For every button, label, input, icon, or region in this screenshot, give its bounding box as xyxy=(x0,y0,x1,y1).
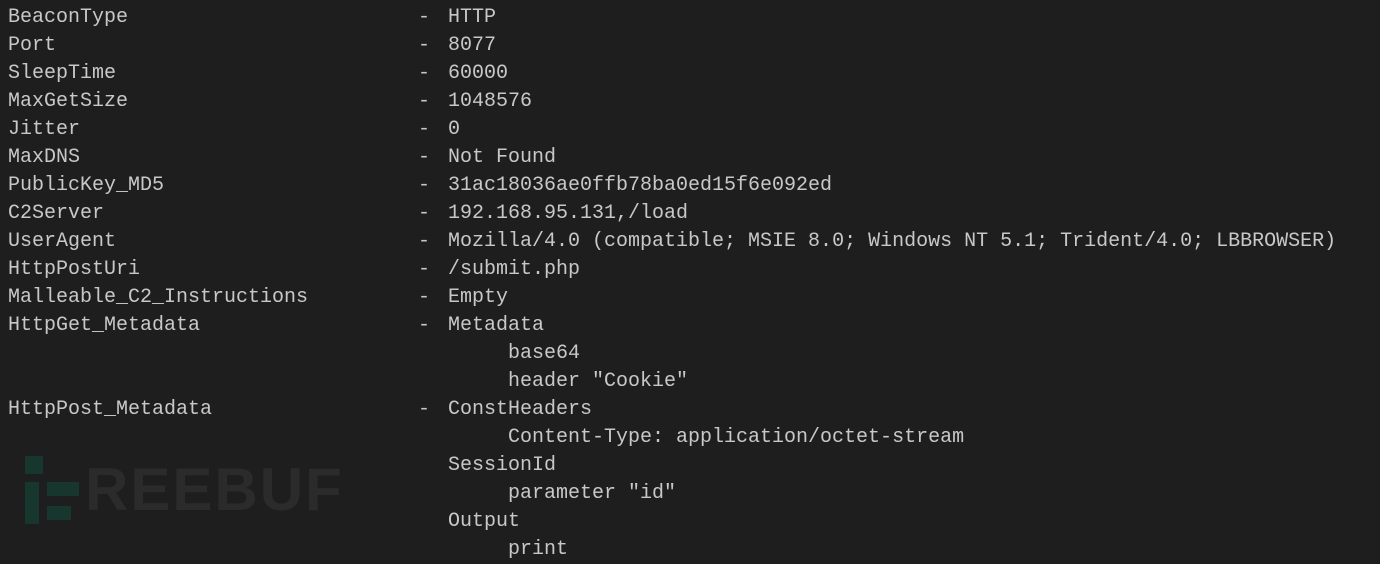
separator: - xyxy=(418,4,448,32)
config-field-name: Port xyxy=(8,32,418,60)
config-field-name: C2Server xyxy=(8,200,418,228)
separator: - xyxy=(418,228,448,256)
config-field-value: 0 xyxy=(448,116,1372,144)
config-field-name: UserAgent xyxy=(8,228,418,256)
config-row: C2Server- 192.168.95.131,/load xyxy=(8,200,1372,228)
config-row: UserAgent- Mozilla/4.0 (compatible; MSIE… xyxy=(8,228,1372,256)
separator: - xyxy=(418,396,448,424)
config-row: MaxGetSize- 1048576 xyxy=(8,88,1372,116)
config-nested-line: base64 xyxy=(8,340,1372,368)
separator: - xyxy=(418,256,448,284)
config-field-name: HttpGet_Metadata xyxy=(8,312,418,340)
config-field-value: /submit.php xyxy=(448,256,1372,284)
config-field-name: SleepTime xyxy=(8,60,418,88)
config-field-value: Mozilla/4.0 (compatible; MSIE 8.0; Windo… xyxy=(448,228,1372,256)
config-row: HttpGet_Metadata- Metadata xyxy=(8,312,1372,340)
config-field-value: 192.168.95.131,/load xyxy=(448,200,1372,228)
separator: - xyxy=(418,88,448,116)
separator: - xyxy=(418,312,448,340)
config-block-label: SessionId xyxy=(8,452,1372,480)
config-field-value: 31ac18036ae0ffb78ba0ed15f6e092ed xyxy=(448,172,1372,200)
config-field-name: Malleable_C2_Instructions xyxy=(8,284,418,312)
config-field-name: BeaconType xyxy=(8,4,418,32)
separator: - xyxy=(418,284,448,312)
config-field-name: MaxDNS xyxy=(8,144,418,172)
config-row: HttpPostUri- /submit.php xyxy=(8,256,1372,284)
config-row: PublicKey_MD5- 31ac18036ae0ffb78ba0ed15f… xyxy=(8,172,1372,200)
config-block-label: Output xyxy=(8,508,1372,536)
config-field-value: HTTP xyxy=(448,4,1372,32)
separator: - xyxy=(418,116,448,144)
config-row: HttpPost_Metadata- ConstHeaders xyxy=(8,396,1372,424)
separator: - xyxy=(418,60,448,88)
config-field-name: HttpPost_Metadata xyxy=(8,396,418,424)
config-block-line: print xyxy=(8,536,1372,564)
separator: - xyxy=(418,172,448,200)
config-nested-line: header "Cookie" xyxy=(8,368,1372,396)
separator: - xyxy=(418,200,448,228)
config-field-value: 1048576 xyxy=(448,88,1372,116)
config-field-name: Jitter xyxy=(8,116,418,144)
config-row: Jitter- 0 xyxy=(8,116,1372,144)
beacon-config-output: BeaconType- HTTPPort- 8077SleepTime- 600… xyxy=(8,4,1372,564)
config-row: Malleable_C2_Instructions- Empty xyxy=(8,284,1372,312)
config-nested-line: Content-Type: application/octet-stream xyxy=(8,424,1372,452)
config-row: Port- 8077 xyxy=(8,32,1372,60)
config-field-name: PublicKey_MD5 xyxy=(8,172,418,200)
separator: - xyxy=(418,144,448,172)
config-block-line: parameter "id" xyxy=(8,480,1372,508)
config-field-value: Not Found xyxy=(448,144,1372,172)
config-field-name: HttpPostUri xyxy=(8,256,418,284)
config-field-name: MaxGetSize xyxy=(8,88,418,116)
config-field-value: 60000 xyxy=(448,60,1372,88)
config-field-value: ConstHeaders xyxy=(448,396,1372,424)
config-field-value: Metadata xyxy=(448,312,1372,340)
separator: - xyxy=(418,32,448,60)
config-field-value: Empty xyxy=(448,284,1372,312)
config-row: SleepTime- 60000 xyxy=(8,60,1372,88)
config-row: MaxDNS- Not Found xyxy=(8,144,1372,172)
config-row: BeaconType- HTTP xyxy=(8,4,1372,32)
config-field-value: 8077 xyxy=(448,32,1372,60)
